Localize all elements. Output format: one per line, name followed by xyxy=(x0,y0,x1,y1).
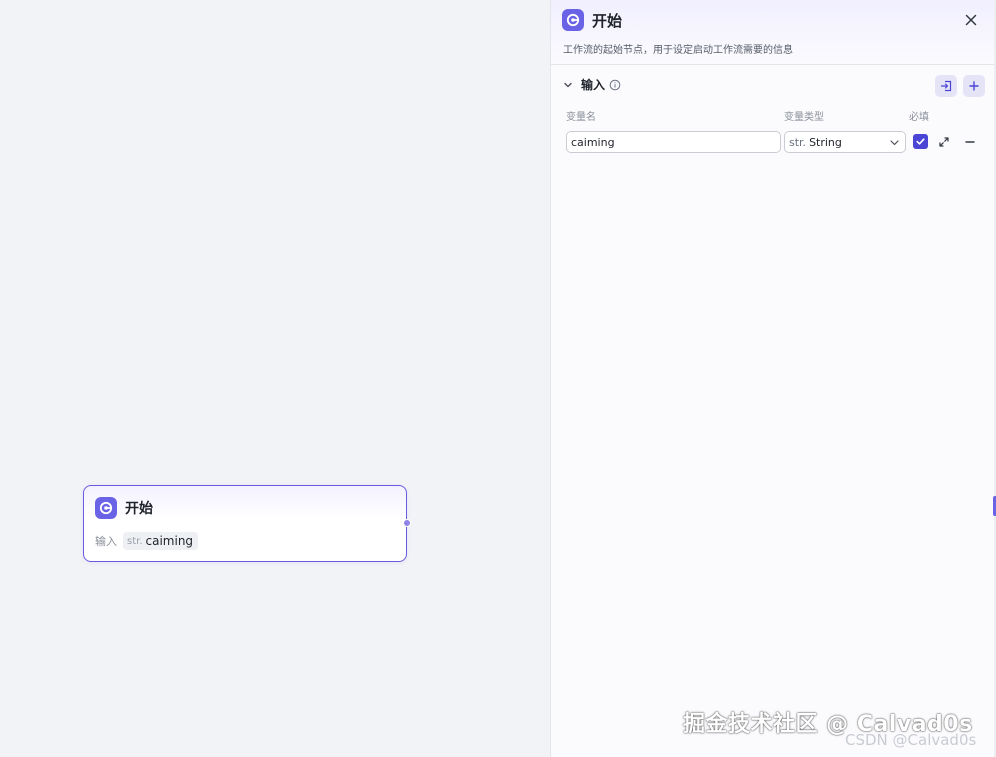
node-variable-type: str. xyxy=(127,535,143,547)
remove-variable-button[interactable] xyxy=(963,135,977,149)
info-icon[interactable] xyxy=(609,79,621,91)
import-icon xyxy=(940,80,952,92)
add-variable-button[interactable] xyxy=(963,75,985,97)
column-header-required: 必填 xyxy=(909,112,929,123)
import-variables-button[interactable] xyxy=(935,75,957,97)
node-output-handle[interactable] xyxy=(403,519,411,527)
column-header-name: 变量名 xyxy=(566,112,596,123)
variable-type-value: String xyxy=(809,135,842,149)
start-node-header: 开始 xyxy=(95,497,153,519)
watermark-sub: CSDN @Calvad0s xyxy=(845,731,977,749)
checkmark-icon xyxy=(916,138,925,145)
panel-title: 开始 xyxy=(592,11,623,30)
plus-icon xyxy=(969,81,979,91)
workflow-canvas[interactable]: 开始 输入 str. caiming xyxy=(0,0,550,757)
node-variable-chip: str. caiming xyxy=(123,532,199,550)
required-checkbox[interactable] xyxy=(913,134,928,149)
chevron-down-icon[interactable] xyxy=(563,80,573,90)
node-variable-name: caiming xyxy=(145,534,194,548)
input-section-title: 输入 xyxy=(581,78,606,92)
close-button[interactable] xyxy=(963,12,979,28)
start-node-inputs: 输入 str. caiming xyxy=(95,532,199,550)
chevron-down-icon xyxy=(890,140,899,146)
variable-name-input[interactable] xyxy=(566,131,781,153)
panel-title-row: 开始 xyxy=(562,9,622,31)
start-node-title: 开始 xyxy=(125,501,153,517)
input-section-header[interactable]: 输入 xyxy=(563,76,621,93)
expand-icon xyxy=(939,137,949,147)
column-header-type: 变量类型 xyxy=(784,112,824,123)
node-input-label: 输入 xyxy=(95,535,117,548)
variable-type-select[interactable]: str. String xyxy=(784,131,906,153)
start-logo-icon xyxy=(562,9,584,31)
panel-description: 工作流的起始节点，用于设定启动工作流需要的信息 xyxy=(563,45,793,56)
panel-header: 开始 工作流的起始节点，用于设定启动工作流需要的信息 xyxy=(551,0,995,65)
start-node[interactable]: 开始 输入 str. caiming xyxy=(83,485,411,562)
start-logo-icon xyxy=(95,497,117,519)
variable-type-prefix: str. xyxy=(789,135,807,149)
close-icon xyxy=(965,14,977,26)
node-config-panel: 开始 工作流的起始节点，用于设定启动工作流需要的信息 输入 变量名 变量类型 必… xyxy=(550,0,995,757)
minus-icon xyxy=(965,141,975,143)
expand-variable-button[interactable] xyxy=(937,135,951,149)
